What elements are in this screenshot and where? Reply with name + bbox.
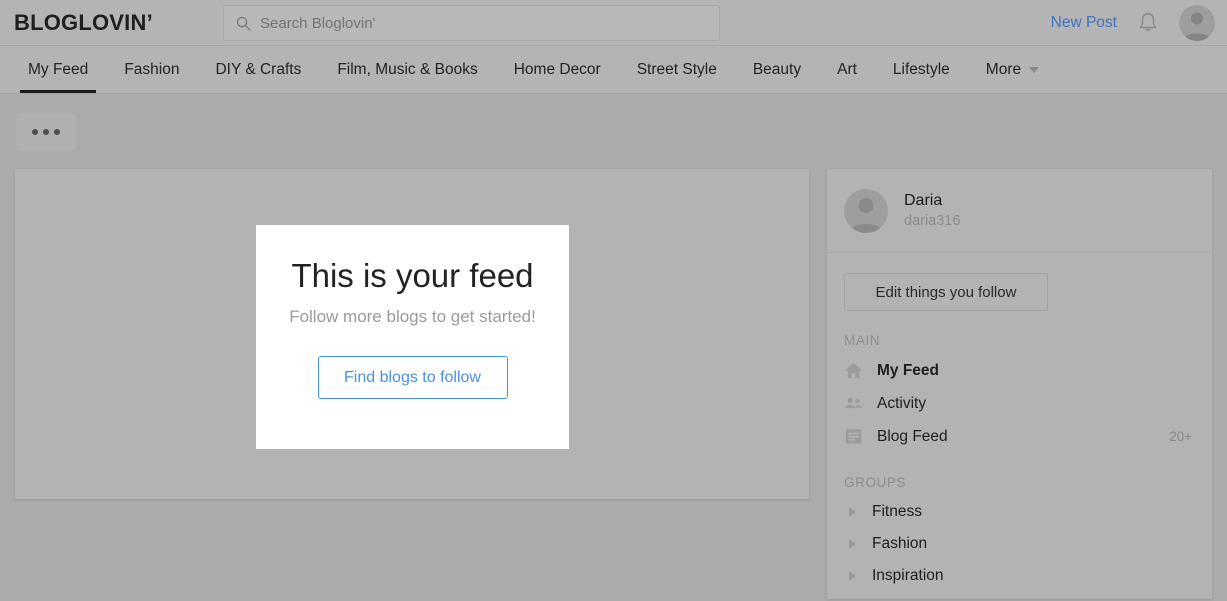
profile-name: Daria xyxy=(904,191,943,209)
nav-label: Street Style xyxy=(636,60,717,78)
search-input[interactable] xyxy=(260,14,690,32)
sidebar-group-label: Fitness xyxy=(872,503,922,520)
nav-item-lifestyle[interactable]: Lifestyle xyxy=(875,46,968,93)
sidebar-item-label: My Feed xyxy=(877,361,940,379)
dot-icon xyxy=(32,129,38,135)
sidebar-group-label: Fashion xyxy=(872,535,928,552)
home-icon xyxy=(844,362,863,379)
sidebar-profile[interactable]: Daria daria316 xyxy=(827,169,1212,253)
sidebar-item-label: Activity xyxy=(877,394,927,412)
sidebar-section-main-label: MAIN xyxy=(844,333,881,348)
nav-label: DIY & Crafts xyxy=(215,60,302,78)
sidebar-group-inspiration[interactable]: Inspiration xyxy=(827,560,1212,592)
people-icon xyxy=(845,397,863,409)
sidebar-item-blog-feed[interactable]: Blog Feed 20+ xyxy=(827,420,1212,453)
sidebar-item-activity[interactable]: Activity xyxy=(827,387,1212,420)
nav-item-beauty[interactable]: Beauty xyxy=(735,46,819,93)
category-nav: My Feed Fashion DIY & Crafts Film, Music… xyxy=(0,46,1227,94)
avatar-placeholder-icon xyxy=(1183,12,1211,41)
chevron-right-icon xyxy=(849,539,856,549)
more-options-button[interactable] xyxy=(16,113,76,151)
nav-item-street-style[interactable]: Street Style xyxy=(619,46,735,93)
search-bar[interactable] xyxy=(223,5,720,41)
avatar[interactable] xyxy=(1179,5,1215,41)
nav-item-home-decor[interactable]: Home Decor xyxy=(496,46,619,93)
sidebar-group-label: Inspiration xyxy=(872,567,944,584)
page-root: BLOGLOVIN’ New Post My Fee xyxy=(0,0,1227,601)
profile-handle: daria316 xyxy=(904,212,961,229)
sidebar-item-count: 20+ xyxy=(1169,429,1192,444)
nav-label: Home Decor xyxy=(513,60,601,78)
sidebar-item-label: Blog Feed xyxy=(877,427,948,445)
nav-label: Art xyxy=(837,60,857,78)
nav-label: Beauty xyxy=(752,60,802,78)
nav-label: More xyxy=(985,60,1022,78)
dot-icon xyxy=(43,129,49,135)
sidebar-section-groups-label: GROUPS xyxy=(844,475,907,490)
sidebar-group-fitness[interactable]: Fitness xyxy=(827,496,1212,528)
avatar-placeholder-icon xyxy=(849,197,883,233)
avatar[interactable] xyxy=(844,188,888,233)
nav-item-diy-crafts[interactable]: DIY & Crafts xyxy=(197,46,319,93)
chevron-right-icon xyxy=(849,571,856,581)
chevron-down-icon xyxy=(1029,66,1040,73)
chevron-right-icon xyxy=(849,507,856,517)
find-blogs-button[interactable]: Find blogs to follow xyxy=(317,356,508,399)
nav-item-art[interactable]: Art xyxy=(819,46,875,93)
nav-label: Fashion xyxy=(124,60,180,78)
nav-item-my-feed[interactable]: My Feed xyxy=(10,46,106,93)
bell-icon[interactable] xyxy=(1137,11,1159,35)
sidebar-item-my-feed[interactable]: My Feed xyxy=(827,354,1212,387)
dot-icon xyxy=(54,129,60,135)
nav-item-film-music-books[interactable]: Film, Music & Books xyxy=(319,46,495,93)
empty-feed-subtitle: Follow more blogs to get started! xyxy=(289,307,536,326)
nav-label: Lifestyle xyxy=(892,60,950,78)
nav-label: My Feed xyxy=(28,60,89,78)
nav-label: Film, Music & Books xyxy=(337,60,478,78)
feed-panel: This is your feed Follow more blogs to g… xyxy=(15,169,809,499)
empty-feed-title: This is your feed xyxy=(291,257,534,294)
nav-item-fashion[interactable]: Fashion xyxy=(106,46,197,93)
site-header: BLOGLOVIN’ New Post xyxy=(0,0,1227,46)
header-actions: New Post xyxy=(1051,0,1215,46)
profile-text: Daria daria316 xyxy=(904,190,960,231)
new-post-button[interactable]: New Post xyxy=(1051,14,1117,32)
site-logo[interactable]: BLOGLOVIN’ xyxy=(14,10,153,36)
empty-feed-card: This is your feed Follow more blogs to g… xyxy=(256,225,569,449)
sidebar-group-fashion[interactable]: Fashion xyxy=(827,528,1212,560)
list-icon xyxy=(845,429,862,444)
search-icon xyxy=(236,16,251,31)
nav-item-more[interactable]: More xyxy=(968,46,1057,93)
sidebar: Daria daria316 Edit things you follow MA… xyxy=(827,169,1212,599)
edit-things-you-follow-button[interactable]: Edit things you follow xyxy=(844,273,1048,311)
